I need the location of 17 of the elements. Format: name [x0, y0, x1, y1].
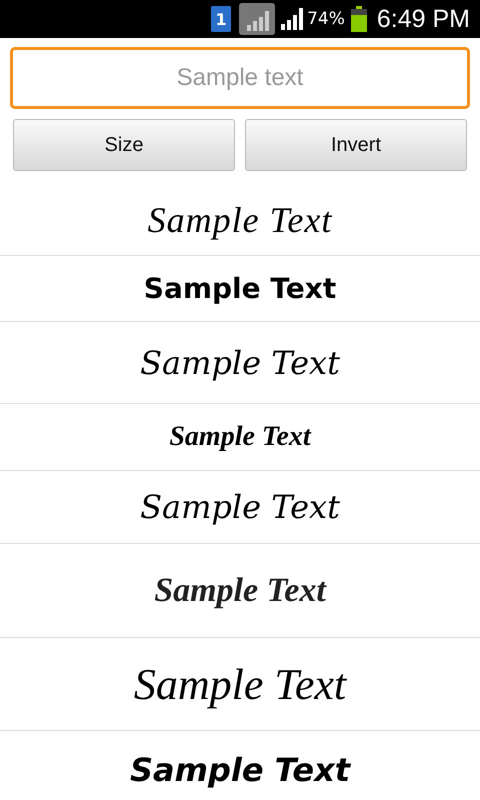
signal-icon: [281, 8, 306, 30]
battery-icon: [350, 6, 367, 32]
font-sample[interactable]: Sample Text: [148, 199, 332, 241]
text-input-field[interactable]: Sample text: [10, 47, 470, 109]
font-sample[interactable]: Sample Text: [154, 572, 326, 610]
font-sample[interactable]: Sample Text: [134, 658, 346, 710]
font-sample[interactable]: Sample Text: [144, 272, 336, 305]
font-sample[interactable]: Sample Text: [140, 488, 340, 526]
clock: 6:49 PM: [376, 4, 470, 34]
font-sample[interactable]: Sample Text: [140, 344, 340, 382]
invert-button[interactable]: Invert: [245, 119, 467, 171]
battery-percent: 74%: [307, 9, 345, 29]
no-signal-icon: [239, 3, 276, 35]
font-sample[interactable]: Sample Text: [130, 750, 350, 788]
size-button[interactable]: Size: [13, 119, 235, 171]
font-sample[interactable]: Sample Text: [169, 421, 311, 453]
notification-badge: 1: [211, 6, 232, 32]
